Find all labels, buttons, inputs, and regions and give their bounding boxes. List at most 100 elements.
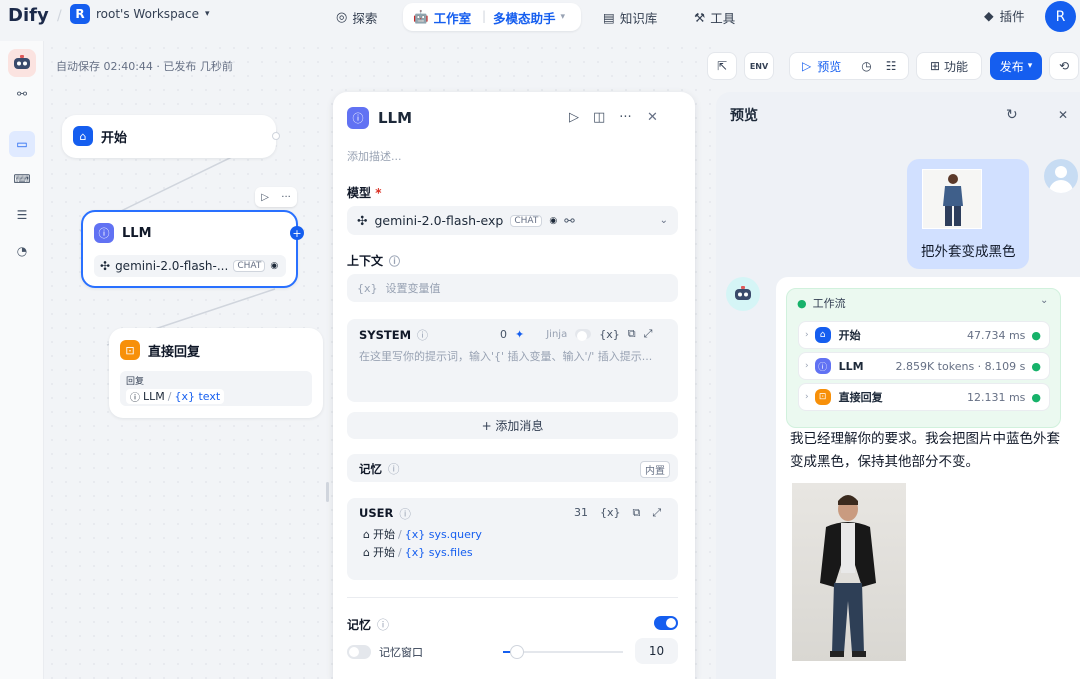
chevron-down-icon: ⌄ — [659, 215, 668, 226]
divider — [347, 597, 678, 598]
run-icon[interactable]: ▷ — [569, 110, 579, 125]
nav-tools[interactable]: ⚒ 工具 — [694, 4, 735, 30]
close-icon[interactable]: ✕ — [647, 110, 658, 125]
nav-tools-label: 工具 — [710, 10, 736, 26]
generated-image[interactable] — [792, 483, 906, 661]
version-history-button[interactable]: ⟲ — [1049, 52, 1079, 80]
workspace-selector[interactable]: R root's Workspace ▾ — [70, 4, 210, 24]
answer-content: 回复 ⓘ LLM / {x} text — [120, 371, 312, 406]
app-icon[interactable] — [8, 49, 36, 77]
nav-studio[interactable]: 🤖 工作室 — [413, 4, 471, 30]
terminal-icon[interactable]: ⌨ — [9, 166, 35, 192]
settings-sliders-icon[interactable]: ⚯ — [564, 213, 574, 228]
context-input[interactable]: {x} 设置变量值 — [347, 274, 678, 302]
sliders-icon[interactable]: ⚯ — [9, 81, 35, 107]
add-node-icon[interactable]: + — [290, 226, 304, 240]
workflow-icon[interactable]: ▭ — [9, 131, 35, 157]
publish-label: 发布 — [999, 59, 1024, 74]
chat-badge: CHAT — [233, 260, 266, 272]
trace-step-llm[interactable]: › ⓘ LLM 2.859K tokens · 8.109 s ● — [798, 352, 1050, 380]
refresh-icon[interactable]: ↻ — [1006, 107, 1018, 123]
dify-logo[interactable]: Dify — [8, 5, 49, 26]
system-prompt-box[interactable]: SYSTEM ⓘ 0 ✦ Jinja {x} ⧉ ⤢ 在这里写你的提示词，输入'… — [347, 319, 678, 402]
model-selector[interactable]: ✣ gemini-2.0-flash-exp CHAT ◉ ⚯ ⌄ — [347, 206, 678, 235]
grid-icon: ⊞ — [929, 59, 941, 73]
user-prompt-box[interactable]: USER ⓘ 31 {x} ⧉ ⤢ ⌂ 开始 / {x} sys.query ⌂… — [347, 498, 678, 580]
plugins-link[interactable]: ◆ 插件 — [984, 6, 1025, 25]
chevron-down-icon[interactable]: ⌄ — [1040, 295, 1048, 306]
logs-icon[interactable]: ☰ — [9, 202, 35, 228]
env-button[interactable]: ENV — [744, 52, 774, 80]
answer-node-title: 直接回复 — [148, 344, 201, 360]
step-meta: 2.859K tokens · 8.109 s — [895, 359, 1026, 373]
user-avatar[interactable]: R — [1045, 1, 1076, 32]
trace-step-answer[interactable]: › ⊡ 直接回复 12.131 ms ● — [798, 383, 1050, 411]
monitor-icon[interactable]: ◔ — [9, 238, 35, 264]
slider-thumb[interactable] — [510, 645, 524, 659]
sparkle-icon[interactable]: ✦ — [515, 328, 524, 341]
home-icon: ⌂ — [363, 545, 370, 559]
uploaded-image[interactable] — [922, 169, 982, 229]
llm-node-title: LLM — [122, 225, 152, 241]
memory-window-slider[interactable] — [503, 645, 623, 659]
publish-button[interactable]: 发布 ▾ — [990, 52, 1042, 80]
user-message-text: 把外套变成黑色 — [921, 244, 1016, 260]
start-node-title: 开始 — [101, 130, 128, 146]
copy-icon[interactable]: ⧉ — [628, 327, 636, 341]
step-meta: 47.734 ms — [966, 328, 1026, 342]
jinja-toggle[interactable] — [575, 329, 592, 341]
insert-var-icon[interactable]: {x} — [600, 506, 621, 520]
var-ref-node: 开始 — [372, 528, 395, 541]
copy-icon[interactable]: ⧉ — [633, 506, 641, 520]
help-icon[interactable]: ⓘ — [389, 253, 400, 269]
help-icon[interactable]: ⓘ — [417, 327, 428, 343]
expand-icon[interactable]: ⤢ — [644, 327, 653, 341]
step-name: 开始 — [838, 329, 861, 342]
step-name: LLM — [838, 359, 864, 373]
app-selector[interactable]: 多模态助手 ▾ — [493, 4, 565, 30]
start-node[interactable]: ⌂ 开始 — [62, 115, 280, 158]
split-view-icon[interactable]: ◫ — [593, 110, 605, 125]
help-icon[interactable]: ⓘ — [377, 616, 389, 633]
checklist-icon[interactable]: ☷ — [886, 59, 897, 73]
insert-var-icon[interactable]: {x} — [599, 328, 620, 341]
bot-answer-text: 我已经理解你的要求。我会把图片中蓝色外套变成黑色，保持其他部分不变。 — [790, 431, 1060, 470]
user-var-ref-1: ⌂ 开始 / {x} sys.query — [363, 527, 482, 542]
memory-toggle[interactable] — [654, 616, 678, 630]
help-icon[interactable]: ⓘ — [388, 461, 400, 477]
close-icon[interactable]: ✕ — [1058, 108, 1068, 122]
answer-label: 回复 — [126, 377, 145, 387]
features-button[interactable]: ⊞ 功能 — [916, 52, 982, 80]
nav-knowledge[interactable]: ▤ 知识库 — [603, 4, 657, 30]
more-icon[interactable]: ··· — [281, 192, 291, 203]
check-circle-icon: ● — [797, 296, 807, 310]
llm-node[interactable]: ⓘ LLM ✣ gemini-2.0-flash-... CHAT ◉ + — [81, 210, 304, 288]
description-input[interactable]: 添加描述... — [347, 148, 402, 164]
expand-icon[interactable]: ⤢ — [652, 506, 661, 520]
preview-title: 预览 — [730, 108, 758, 124]
robot-icon — [14, 55, 30, 69]
history-icon[interactable]: ◷ — [861, 59, 871, 73]
person-black-jacket-image — [820, 495, 876, 657]
nav-studio-label: 工作室 — [433, 10, 472, 26]
more-icon[interactable]: ··· — [619, 110, 631, 125]
share-button[interactable]: ⇱ — [707, 52, 737, 80]
step-meta: 12.131 ms — [966, 390, 1026, 404]
answer-node[interactable]: ⊡ 直接回复 回复 ⓘ LLM / {x} text — [109, 328, 323, 418]
trace-step-start[interactable]: › ⌂ 开始 47.734 ms ● — [798, 321, 1050, 349]
llm-config-panel: ⓘ LLM ▷ ◫ ··· ✕ 添加描述... 模型 * ✣ gemini-2.… — [333, 92, 695, 679]
memory-window-toggle[interactable] — [347, 645, 371, 659]
nav-explore[interactable]: ◎ 探索 — [336, 4, 377, 30]
play-icon[interactable]: ▷ — [802, 59, 811, 73]
resize-handle[interactable] — [326, 482, 329, 502]
add-message-button[interactable]: + 添加消息 — [347, 412, 678, 439]
workflow-trace-header[interactable]: ● 工作流 — [797, 295, 846, 311]
memory-window-input[interactable]: 10 — [635, 638, 678, 664]
logo-text: Dify — [8, 5, 49, 26]
help-icon[interactable]: ⓘ — [399, 506, 411, 522]
play-icon[interactable]: ▷ — [261, 192, 269, 203]
output-handle[interactable] — [272, 132, 280, 140]
preview-button[interactable]: 预览 — [817, 58, 841, 75]
system-token-count: 0 — [500, 327, 507, 341]
builtin-badge: 内置 — [640, 461, 670, 478]
